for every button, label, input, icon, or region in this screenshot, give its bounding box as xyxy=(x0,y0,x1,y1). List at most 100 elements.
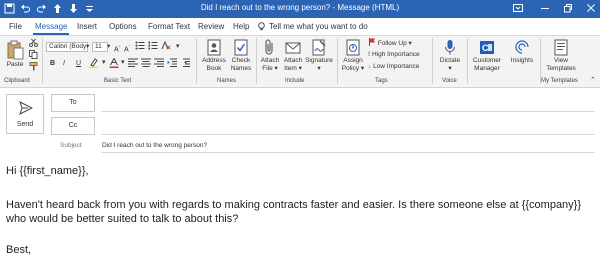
basic-text-group-label: Basic Text xyxy=(104,78,132,84)
tab-help[interactable]: Help xyxy=(233,22,249,31)
follow-up-button[interactable]: Follow Up ▾ xyxy=(368,38,412,48)
tab-options[interactable]: Options xyxy=(109,22,137,31)
to-field[interactable] xyxy=(101,94,595,112)
cc-button[interactable]: Cc xyxy=(51,117,95,135)
clipboard-icon xyxy=(7,40,24,60)
align-right-icon[interactable] xyxy=(154,58,164,70)
send-label: Send xyxy=(16,121,34,128)
templates-icon xyxy=(554,39,568,56)
highlight-icon[interactable] xyxy=(89,58,100,71)
customer-manager-button[interactable]: C Customer Manager xyxy=(470,39,504,72)
collapse-ribbon-icon[interactable]: ⌃ xyxy=(590,76,596,85)
restore-icon[interactable] xyxy=(563,3,573,16)
tab-format-text[interactable]: Format Text xyxy=(148,22,190,31)
tab-insert[interactable]: Insert xyxy=(77,22,97,31)
view-templates-label-2: Templates xyxy=(546,64,576,72)
attach-item-button[interactable]: Attach Item ▾ xyxy=(282,39,304,72)
subject-field[interactable]: Did I reach out to the wrong person? xyxy=(102,142,207,149)
clear-formatting-icon[interactable] xyxy=(161,40,171,53)
numbering-icon[interactable] xyxy=(148,41,158,53)
paste-label: Paste xyxy=(6,61,24,68)
increase-indent-icon[interactable] xyxy=(180,58,190,70)
view-templates-button[interactable]: View Templates xyxy=(543,39,579,72)
align-left-icon[interactable] xyxy=(128,58,138,70)
signature-button[interactable]: Signature ▾ xyxy=(305,39,333,72)
group-divider xyxy=(256,38,257,84)
shrink-font-icon[interactable]: Aˇ xyxy=(124,42,130,54)
chevron-down-icon[interactable]: ▾ xyxy=(102,58,106,67)
chevron-down-icon[interactable]: ▾ xyxy=(107,42,110,51)
tab-file[interactable]: File xyxy=(9,22,22,31)
underline-button[interactable]: U xyxy=(76,59,81,68)
high-importance-label: High Importance xyxy=(371,51,420,58)
active-tab-indicator xyxy=(33,33,69,35)
signature-icon xyxy=(312,39,326,56)
lightbulb-icon xyxy=(258,22,265,31)
grow-font-icon[interactable]: A^ xyxy=(114,42,121,54)
attach-item-label-1: Attach xyxy=(283,57,303,64)
insights-icon xyxy=(515,40,529,54)
tell-me-search[interactable]: Tell me what you want to do xyxy=(257,22,368,31)
copy-icon[interactable] xyxy=(29,50,38,62)
insights-label: Insights xyxy=(510,57,534,64)
microphone-icon xyxy=(445,40,455,55)
signoff-line: Best, xyxy=(6,244,32,256)
cc-field[interactable] xyxy=(101,117,595,135)
address-book-label-1: Address xyxy=(202,57,226,64)
subject-underline xyxy=(101,152,595,153)
include-group-label: Include xyxy=(285,78,305,84)
font-name-select[interactable]: Calibri (Body xyxy=(46,42,88,52)
send-button[interactable]: Send xyxy=(6,94,44,134)
group-divider xyxy=(196,38,197,84)
tab-review[interactable]: Review xyxy=(198,22,224,31)
customer-manager-icon: C xyxy=(480,41,494,54)
exclamation-icon: ! xyxy=(368,51,371,58)
down-arrow-icon: ↓ xyxy=(368,63,372,70)
insights-button[interactable]: Insights xyxy=(507,39,537,65)
assign-policy-button[interactable]: Assign Policy ▾ xyxy=(340,39,366,72)
names-group-label: Names xyxy=(217,78,237,84)
align-center-icon[interactable] xyxy=(141,58,151,70)
cut-icon[interactable] xyxy=(29,38,38,50)
address-book-button[interactable]: Address Book xyxy=(200,39,228,72)
font-color-icon[interactable] xyxy=(109,57,119,71)
dictate-button[interactable]: Dictate ▾ xyxy=(436,39,464,72)
check-names-label-1: Check xyxy=(231,57,251,64)
bold-button[interactable]: B xyxy=(50,59,55,68)
tab-message[interactable]: Message xyxy=(35,22,67,31)
low-importance-button[interactable]: ↓ Low Importance xyxy=(368,62,419,71)
group-divider xyxy=(432,38,433,84)
dictate-dropdown: ▾ xyxy=(448,64,452,72)
paste-button[interactable]: Paste xyxy=(4,40,26,69)
format-painter-icon[interactable] xyxy=(29,62,38,74)
to-button[interactable]: To xyxy=(51,94,95,112)
svg-text:C: C xyxy=(482,43,489,53)
check-names-label-2: Names xyxy=(230,64,252,72)
ribbon: Paste Clipboard Calibri (Body ▾ 11 ▾ A^ … xyxy=(0,36,600,88)
tell-me-label: Tell me what you want to do xyxy=(269,22,368,31)
decrease-indent-icon[interactable] xyxy=(167,58,177,70)
chevron-down-icon[interactable]: ▾ xyxy=(121,58,125,67)
title-bar: Did I reach out to the wrong person? - M… xyxy=(0,0,600,18)
address-book-icon xyxy=(207,39,221,56)
view-templates-label-1: View xyxy=(554,57,568,64)
greeting-line: Hi {{first_name}}, xyxy=(6,165,89,177)
close-icon[interactable] xyxy=(586,3,596,16)
signature-label-1: Signature xyxy=(305,57,333,64)
group-divider xyxy=(337,38,338,84)
high-importance-button[interactable]: ! High Importance xyxy=(368,50,420,59)
tags-group-label: Tags xyxy=(375,78,388,84)
ribbon-display-options-icon[interactable] xyxy=(513,3,523,16)
minimize-icon[interactable] xyxy=(540,3,550,16)
attach-file-button[interactable]: Attach File ▾ xyxy=(259,39,281,72)
chevron-down-icon[interactable]: ▾ xyxy=(86,42,89,51)
font-size-select[interactable]: 11 xyxy=(92,42,108,52)
dropdown-icon[interactable]: ▾ xyxy=(176,42,180,51)
subject-label: Subject xyxy=(60,142,82,149)
italic-button[interactable]: I xyxy=(63,59,65,68)
paperclip-icon xyxy=(265,39,273,55)
my-templates-group-label: My Templates xyxy=(541,78,578,84)
follow-up-label: Follow Up ▾ xyxy=(377,40,412,47)
check-names-button[interactable]: Check Names xyxy=(229,39,253,72)
bullets-icon[interactable] xyxy=(135,41,145,53)
